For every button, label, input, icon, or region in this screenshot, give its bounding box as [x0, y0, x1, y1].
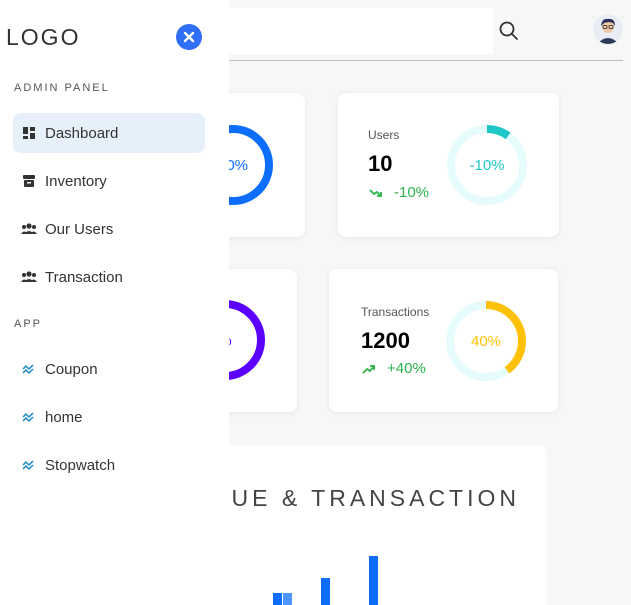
close-icon[interactable]	[176, 24, 202, 50]
top-bar	[229, 0, 631, 61]
card-value: 1200	[361, 328, 410, 353]
panel-title: UE & TRANSACTION	[231, 485, 520, 511]
sidebar-item-label: Stopwatch	[45, 456, 116, 474]
users-icon	[21, 221, 37, 237]
card-trend: +40%	[361, 360, 426, 377]
sidebar-item-dashboard[interactable]: Dashboard	[13, 113, 205, 153]
dashboard-icon	[21, 125, 37, 141]
users-icon	[21, 269, 37, 285]
avatar[interactable]	[593, 14, 623, 44]
card-label: Users	[368, 128, 400, 142]
trend-value: -10%	[394, 184, 430, 201]
sidebar-item-label: Dashboard	[45, 124, 119, 142]
chart-bar	[273, 593, 282, 605]
chart-bar	[283, 593, 292, 605]
trending-down-icon	[369, 188, 382, 197]
card-trend: -10%	[368, 184, 429, 201]
logo: LOGO	[6, 24, 81, 50]
section-label-app: APP	[14, 318, 43, 330]
stat-card-transactions: Transactions 1200 +40% 40%	[329, 269, 558, 412]
card-value: 10	[368, 151, 393, 176]
sidebar-item-label: Our Users	[45, 220, 114, 238]
ring-percent-text: -10%	[469, 156, 505, 174]
stat-card-users: Users 10 -10% -10%	[338, 93, 559, 237]
sidebar-item-transaction[interactable]: Transaction	[13, 257, 205, 297]
progress-ring: -10%	[446, 124, 528, 206]
trend-icon	[21, 361, 37, 377]
sidebar-item-label: home	[45, 408, 83, 426]
topbar-divider	[229, 60, 623, 61]
trend-icon	[21, 409, 37, 425]
search-input[interactable]	[229, 8, 493, 54]
trend-icon	[21, 457, 37, 473]
sidebar: LOGO ADMIN PANEL Dashboard Inventory Our…	[0, 0, 229, 605]
sidebar-item-label: Inventory	[45, 172, 107, 190]
sidebar-item-label: Transaction	[45, 268, 123, 286]
trend-value: +40%	[387, 360, 426, 377]
chart-bar	[321, 578, 330, 605]
sidebar-item-our-users[interactable]: Our Users	[13, 209, 205, 249]
revenue-transaction-panel: UE & TRANSACTION	[180, 445, 546, 605]
sidebar-item-inventory[interactable]: Inventory	[13, 161, 205, 201]
card-label: Transactions	[361, 305, 430, 319]
section-label-admin: ADMIN PANEL	[14, 82, 110, 94]
progress-ring: 40%	[445, 300, 527, 382]
chart-bar	[369, 556, 378, 605]
sidebar-item-stopwatch[interactable]: Stopwatch	[13, 445, 205, 485]
ring-percent-text: 40%	[470, 332, 502, 350]
search-box[interactable]	[229, 8, 493, 54]
archive-icon	[21, 173, 37, 189]
search-icon[interactable]	[497, 19, 521, 43]
sidebar-item-coupon[interactable]: Coupon	[13, 349, 205, 389]
trending-up-icon	[362, 364, 375, 374]
sidebar-item-label: Coupon	[45, 360, 98, 378]
sidebar-item-home[interactable]: home	[13, 397, 205, 437]
